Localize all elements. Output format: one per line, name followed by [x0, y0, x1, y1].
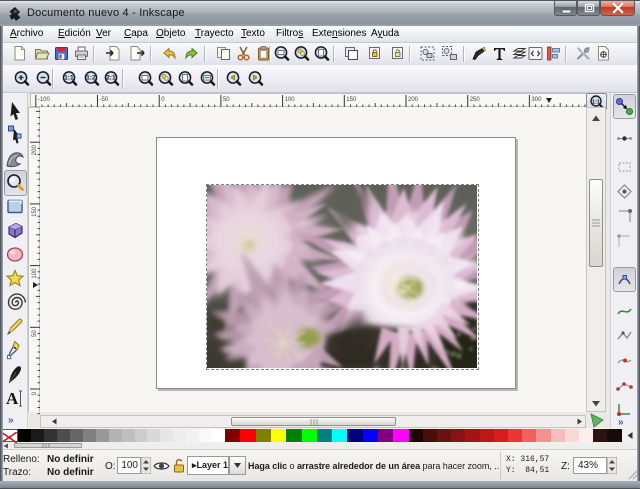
svg-text:200: 200	[408, 97, 419, 103]
svg-text:200: 200	[32, 145, 38, 156]
svg-text:-50: -50	[100, 97, 109, 103]
svg-text:50: 50	[223, 97, 230, 103]
svg-text:300: 300	[531, 97, 542, 103]
svg-text:0: 0	[161, 97, 165, 103]
svg-text:100: 100	[285, 97, 296, 103]
svg-text:250: 250	[470, 97, 481, 103]
svg-text:50: 50	[32, 330, 38, 337]
svg-text:150: 150	[32, 206, 38, 217]
svg-text:A: A	[6, 389, 19, 408]
svg-text:-100: -100	[38, 97, 51, 103]
svg-text:150: 150	[346, 97, 357, 103]
svg-text:0: 0	[32, 391, 38, 395]
svg-text:100: 100	[32, 268, 38, 279]
